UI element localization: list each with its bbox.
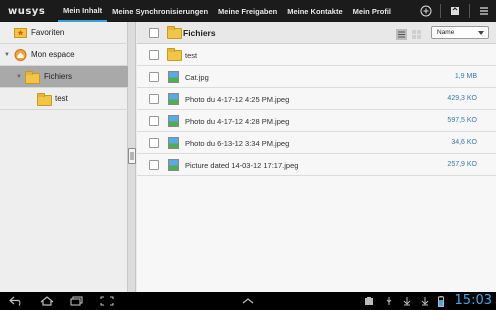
file-name: Photo du 4-17-12 4:28 PM.jpeg [185,117,290,126]
battery-icon [430,294,452,308]
chevron-up-icon[interactable] [237,294,259,308]
system-nav-bar: 15:03 [0,292,496,310]
chevron-down-icon [478,31,484,35]
image-file-icon [168,115,179,127]
file-row[interactable]: Picture dated 14-03-12 17:17.jpeg 257,9 … [137,154,496,176]
drag-handle-icon [130,152,134,160]
upload-icon[interactable] [443,0,467,22]
file-size: 429,3 KO [447,95,477,102]
back-icon[interactable] [6,294,28,308]
row-checkbox[interactable] [149,160,159,170]
tree-item-label: Mon espace [31,50,75,59]
row-checkbox[interactable] [149,94,159,104]
folder-icon [167,26,182,39]
tree-item-fichiers[interactable]: ▼ Fichiers [0,66,128,88]
divider [469,4,470,18]
file-size: 257,9 KO [447,161,477,168]
file-size: 34,6 KO [451,139,477,146]
notification-icon [358,294,380,308]
row-checkbox[interactable] [149,72,159,82]
file-size: 597,5 KO [447,117,477,124]
row-checkbox[interactable] [149,116,159,126]
file-row[interactable]: Photo du 4-17-12 4:25 PM.jpeg 429,3 KO [137,88,496,110]
select-all-checkbox[interactable] [149,28,159,38]
file-row[interactable]: Photo du 4-17-12 4:28 PM.jpeg 597,5 KO [137,110,496,132]
tab-mein-profil[interactable]: Mein Profil [348,0,396,22]
divider [440,4,441,18]
tab-mein-inhalt[interactable]: Mein Inhalt [58,0,108,22]
tree-item-mon-espace[interactable]: ▼ Mon espace [0,44,128,66]
tree-item-favoriten[interactable]: Favoriten [0,22,128,44]
folder-icon [167,48,182,61]
sort-dropdown[interactable]: Name [431,26,489,39]
home-nav-icon[interactable] [36,294,58,308]
app-logo: wusys [8,5,46,17]
image-file-icon [168,137,179,149]
tab-meine-synchronisierungen[interactable]: Meine Synchronisierungen [107,0,213,22]
top-bar: wusys Mein Inhalt Meine Synchronisierung… [0,0,496,22]
folder-icon [25,71,40,84]
tree-item-label: Favoriten [31,28,65,37]
tab-meine-freigaben[interactable]: Meine Freigaben [213,0,282,22]
expand-arrow-icon[interactable]: ▼ [4,52,10,58]
tree-item-test[interactable]: test [0,88,128,110]
screenshot-icon[interactable] [96,294,118,308]
file-name: Photo du 4-17-12 4:25 PM.jpeg [185,95,290,104]
splitter-handle[interactable] [128,148,136,164]
list-view-icon[interactable] [396,27,407,40]
home-icon [14,49,27,63]
menu-icon[interactable] [472,0,496,22]
tree-item-label: Fichiers [44,72,73,81]
top-actions [414,0,496,22]
file-list-header: Fichiers Name [137,22,496,44]
sort-dropdown-value: Name [437,29,455,36]
recent-apps-icon[interactable] [66,294,88,308]
image-file-icon [168,93,179,105]
current-folder-title: Fichiers [183,27,216,38]
row-checkbox[interactable] [149,50,159,60]
file-name: Picture dated 14-03-12 17:17.jpeg [185,161,299,170]
file-row[interactable]: Cat.jpg 1,9 MB [137,66,496,88]
file-name: test [185,51,198,60]
file-name: Cat.jpg [185,73,209,82]
file-name: Photo du 6-13-12 3:34 PM.jpeg [185,139,290,148]
row-checkbox[interactable] [149,138,159,148]
tree-item-label: test [55,94,68,103]
file-row[interactable]: Photo du 6-13-12 3:34 PM.jpeg 34,6 KO [137,132,496,154]
image-file-icon [168,71,179,83]
file-row[interactable]: test [137,44,496,66]
tab-meine-kontakte[interactable]: Meine Kontakte [282,0,347,22]
panel-splitter[interactable] [128,22,136,292]
folder-icon [37,93,52,106]
file-size: 1,9 MB [454,73,477,80]
star-folder-icon [14,27,27,40]
file-list-panel: Fichiers Name test Cat.jpg 1,9 MB Photo … [137,22,496,292]
status-time: 15:03 [454,293,492,308]
image-file-icon [168,159,179,171]
expand-arrow-icon[interactable]: ▼ [16,74,22,80]
folder-tree: Favoriten ▼ Mon espace ▼ Fichiers test [0,22,128,292]
add-icon[interactable] [414,0,438,22]
grid-view-icon[interactable] [411,27,422,39]
